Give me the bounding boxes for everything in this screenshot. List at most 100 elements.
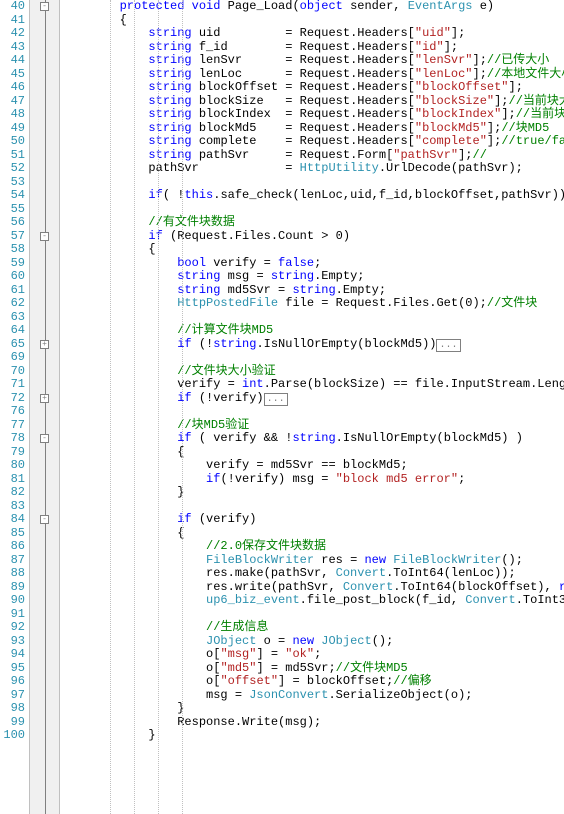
code-line[interactable]: { bbox=[62, 527, 564, 541]
code-line[interactable]: //文件块大小验证 bbox=[62, 365, 564, 379]
line-number: 88 bbox=[0, 567, 25, 581]
line-number: 51 bbox=[0, 149, 25, 163]
code-line[interactable]: //计算文件块MD5 bbox=[62, 324, 564, 338]
code-line[interactable]: verify = md5Svr == blockMd5; bbox=[62, 459, 564, 473]
code-line[interactable]: } bbox=[62, 486, 564, 500]
code-line[interactable] bbox=[62, 176, 564, 190]
code-line[interactable]: bool verify = false; bbox=[62, 257, 564, 271]
line-number: 86 bbox=[0, 540, 25, 554]
line-number: 92 bbox=[0, 621, 25, 635]
line-number: 77 bbox=[0, 419, 25, 433]
code-line[interactable]: if ( verify && !string.IsNullOrEmpty(blo… bbox=[62, 432, 564, 446]
fold-gutter: - - + + - - bbox=[30, 0, 60, 814]
line-number: 95 bbox=[0, 662, 25, 676]
code-area[interactable]: protected void Page_Load(object sender, … bbox=[60, 0, 564, 814]
code-line[interactable]: } bbox=[62, 729, 564, 743]
fold-collapse-icon[interactable]: - bbox=[40, 434, 49, 443]
code-line[interactable]: string lenSvr = Request.Headers["lenSvr"… bbox=[62, 54, 564, 68]
code-line[interactable]: res.make(pathSvr, Convert.ToInt64(lenLoc… bbox=[62, 567, 564, 581]
code-line[interactable] bbox=[62, 608, 564, 622]
line-number: 41 bbox=[0, 14, 25, 28]
code-line[interactable]: string f_id = Request.Headers["id"]; bbox=[62, 41, 564, 55]
code-line[interactable]: string msg = string.Empty; bbox=[62, 270, 564, 284]
line-number: 91 bbox=[0, 608, 25, 622]
line-number: 44 bbox=[0, 54, 25, 68]
line-number: 48 bbox=[0, 108, 25, 122]
line-number: 55 bbox=[0, 203, 25, 217]
code-line[interactable]: Response.Write(msg); bbox=[62, 716, 564, 730]
code-line[interactable]: { bbox=[62, 243, 564, 257]
line-number: 50 bbox=[0, 135, 25, 149]
code-line[interactable]: //生成信息 bbox=[62, 621, 564, 635]
line-number: 78 bbox=[0, 432, 25, 446]
code-line[interactable]: string blockSize = Request.Headers["bloc… bbox=[62, 95, 564, 109]
code-line[interactable]: //2.0保存文件块数据 bbox=[62, 540, 564, 554]
code-line[interactable]: //块MD5验证 bbox=[62, 419, 564, 433]
code-line[interactable]: if (Request.Files.Count > 0) bbox=[62, 230, 564, 244]
code-line[interactable] bbox=[62, 311, 564, 325]
line-number: 71 bbox=[0, 378, 25, 392]
code-line[interactable]: { bbox=[62, 446, 564, 460]
line-number: 64 bbox=[0, 324, 25, 338]
line-number: 59 bbox=[0, 257, 25, 271]
code-line[interactable]: verify = int.Parse(blockSize) == file.In… bbox=[62, 378, 564, 392]
code-line[interactable]: if (!verify)... bbox=[62, 392, 564, 406]
code-line[interactable]: FileBlockWriter res = new FileBlockWrite… bbox=[62, 554, 564, 568]
line-number: 89 bbox=[0, 581, 25, 595]
line-number: 45 bbox=[0, 68, 25, 82]
fold-collapse-icon[interactable]: - bbox=[40, 2, 49, 11]
line-number: 97 bbox=[0, 689, 25, 703]
code-line[interactable]: msg = JsonConvert.SerializeObject(o); bbox=[62, 689, 564, 703]
line-number: 63 bbox=[0, 311, 25, 325]
code-line[interactable]: up6_biz_event.file_post_block(f_id, Conv… bbox=[62, 594, 564, 608]
code-line[interactable] bbox=[62, 203, 564, 217]
code-line[interactable]: if (verify) bbox=[62, 513, 564, 527]
line-number: 52 bbox=[0, 162, 25, 176]
line-number: 53 bbox=[0, 176, 25, 190]
code-line[interactable] bbox=[62, 351, 564, 365]
line-number: 54 bbox=[0, 189, 25, 203]
line-number: 49 bbox=[0, 122, 25, 136]
fold-collapse-icon[interactable]: - bbox=[40, 515, 49, 524]
fold-expand-icon[interactable]: + bbox=[40, 340, 49, 349]
code-line[interactable]: string blockIndex = Request.Headers["blo… bbox=[62, 108, 564, 122]
code-line[interactable]: o["offset"] = blockOffset;//偏移 bbox=[62, 675, 564, 689]
code-line[interactable]: if(!verify) msg = "block md5 error"; bbox=[62, 473, 564, 487]
code-line[interactable]: } bbox=[62, 702, 564, 716]
code-line[interactable]: JObject o = new JObject(); bbox=[62, 635, 564, 649]
code-line[interactable]: protected void Page_Load(object sender, … bbox=[62, 0, 564, 14]
code-line[interactable]: string md5Svr = string.Empty; bbox=[62, 284, 564, 298]
code-line[interactable]: string blockOffset = Request.Headers["bl… bbox=[62, 81, 564, 95]
line-number: 99 bbox=[0, 716, 25, 730]
code-line[interactable]: if( !this.safe_check(lenLoc,uid,f_id,blo… bbox=[62, 189, 564, 203]
line-number: 58 bbox=[0, 243, 25, 257]
line-number: 93 bbox=[0, 635, 25, 649]
line-number: 83 bbox=[0, 500, 25, 514]
collapsed-region[interactable]: ... bbox=[264, 393, 288, 406]
code-line[interactable]: o["md5"] = md5Svr;//文件块MD5 bbox=[62, 662, 564, 676]
line-number: 65 bbox=[0, 338, 25, 352]
fold-expand-icon[interactable]: + bbox=[40, 394, 49, 403]
code-line[interactable]: o["msg"] = "ok"; bbox=[62, 648, 564, 662]
fold-collapse-icon[interactable]: - bbox=[40, 232, 49, 241]
line-number: 79 bbox=[0, 446, 25, 460]
code-line[interactable]: string complete = Request.Headers["compl… bbox=[62, 135, 564, 149]
code-line[interactable]: HttpPostedFile file = Request.Files.Get(… bbox=[62, 297, 564, 311]
code-line[interactable]: res.write(pathSvr, Convert.ToInt64(block… bbox=[62, 581, 564, 595]
code-line[interactable]: string lenLoc = Request.Headers["lenLoc"… bbox=[62, 68, 564, 82]
code-line[interactable] bbox=[62, 405, 564, 419]
code-editor: 4041424344454647484950515253545556575859… bbox=[0, 0, 564, 814]
code-line[interactable]: if (!string.IsNullOrEmpty(blockMd5))... bbox=[62, 338, 564, 352]
code-line[interactable]: string pathSvr = Request.Form["pathSvr"]… bbox=[62, 149, 564, 163]
code-line[interactable]: string blockMd5 = Request.Headers["block… bbox=[62, 122, 564, 136]
code-line[interactable] bbox=[62, 500, 564, 514]
collapsed-region[interactable]: ... bbox=[436, 339, 460, 352]
line-number: 87 bbox=[0, 554, 25, 568]
line-number: 60 bbox=[0, 270, 25, 284]
line-number: 46 bbox=[0, 81, 25, 95]
line-number: 84 bbox=[0, 513, 25, 527]
code-line[interactable]: //有文件块数据 bbox=[62, 216, 564, 230]
code-line[interactable]: { bbox=[62, 14, 564, 28]
code-line[interactable]: pathSvr = HttpUtility.UrlDecode(pathSvr)… bbox=[62, 162, 564, 176]
code-line[interactable]: string uid = Request.Headers["uid"]; bbox=[62, 27, 564, 41]
